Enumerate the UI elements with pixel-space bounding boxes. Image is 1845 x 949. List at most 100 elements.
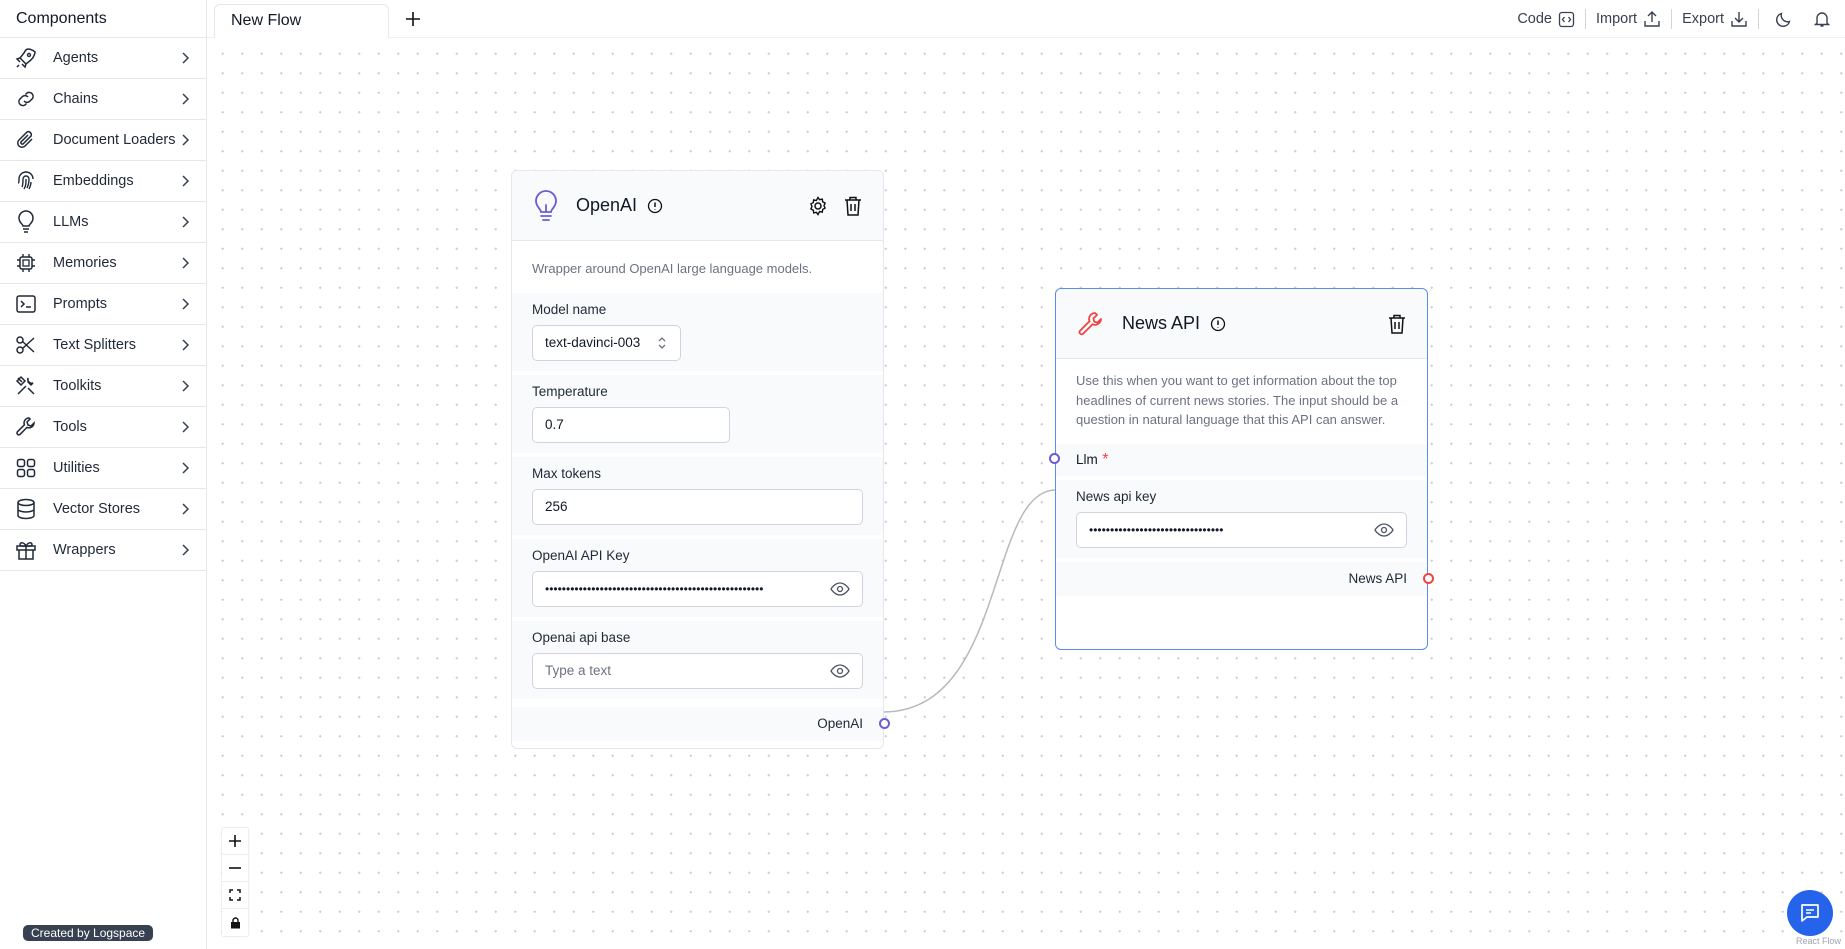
react-flow-attribution[interactable]: React Flow [1796, 936, 1841, 946]
lock-icon [230, 916, 240, 928]
flow-canvas[interactable] [207, 38, 1845, 949]
top-bar: New Flow Code Import Export [207, 0, 1845, 38]
database-icon [14, 497, 38, 521]
moon-icon [1776, 12, 1791, 27]
info-icon[interactable] [1210, 316, 1226, 332]
input-handle-llm[interactable] [1049, 452, 1060, 464]
add-tab-icon[interactable] [402, 8, 424, 30]
zoom-in-button[interactable] [222, 828, 248, 855]
notifications-button[interactable] [1803, 10, 1845, 28]
chevron-right-icon [182, 93, 190, 105]
sidebar-item-label: Wrappers [53, 542, 116, 558]
openai-node-header: OpenAI [512, 171, 883, 241]
model-name-select[interactable]: text-davinci-003 [532, 324, 681, 361]
sidebar-item-utilities[interactable]: Utilities [0, 448, 206, 489]
zoom-out-button[interactable] [222, 855, 248, 882]
sidebar-title: Components [0, 0, 206, 38]
max-tokens-input[interactable]: 256 [532, 488, 863, 525]
chat-button[interactable] [1787, 890, 1833, 936]
field-label: Openai api base [532, 629, 631, 645]
openai-node[interactable]: OpenAI Wrapper around OpenAI large langu… [511, 170, 890, 749]
lock-button[interactable] [222, 909, 248, 936]
chevron-right-icon [182, 380, 190, 392]
field-label: Model name [532, 301, 607, 317]
input-value: 0.7 [545, 417, 564, 432]
paperclip-icon [14, 128, 38, 152]
import-button[interactable]: Import [1586, 10, 1671, 28]
code-button[interactable]: Code [1507, 11, 1585, 28]
code-label: Code [1517, 11, 1552, 27]
sidebar-item-prompts[interactable]: Prompts [0, 284, 206, 325]
input-value: 256 [545, 499, 568, 514]
news-api-key-field: News api key •••••••••••••••••••••••••••… [1056, 479, 1427, 558]
chevron-right-icon [182, 257, 190, 269]
lightbulb-icon [535, 189, 557, 221]
tools-icon [14, 374, 38, 398]
rocket-icon [14, 46, 38, 70]
wrench-icon [1078, 311, 1102, 335]
eye-icon[interactable] [830, 663, 850, 678]
output-label: News API [1348, 571, 1407, 586]
sidebar-item-label: Vector Stores [53, 501, 141, 517]
sidebar-item-memories[interactable]: Memories [0, 243, 206, 284]
sidebar-item-agents[interactable]: Agents [0, 38, 206, 79]
chevron-right-icon [182, 52, 190, 64]
max-tokens-field: Max tokens 256 [512, 456, 883, 535]
node-title: OpenAI [576, 195, 638, 215]
node-title: News API [1122, 313, 1201, 333]
edge-openai-to-news-api[interactable] [882, 489, 1057, 713]
eye-icon[interactable] [830, 581, 850, 596]
sidebar-item-label: Utilities [53, 460, 100, 476]
export-label: Export [1682, 11, 1724, 27]
tab-new-flow[interactable]: New Flow [214, 4, 389, 38]
trash-icon[interactable] [1387, 313, 1407, 335]
temperature-input[interactable]: 0.7 [532, 406, 730, 443]
sidebar-item-label: LLMs [53, 214, 89, 230]
required-mark: * [1102, 450, 1109, 468]
news-api-node-header: News API [1056, 289, 1427, 359]
output-handle[interactable] [879, 717, 890, 729]
fit-view-button[interactable] [222, 882, 248, 909]
link-icon [14, 87, 38, 111]
field-label: News api key [1076, 488, 1157, 504]
sidebar-item-document-loaders[interactable]: Document Loaders [0, 120, 206, 161]
eye-icon[interactable] [1374, 522, 1394, 537]
gear-icon[interactable] [807, 195, 829, 217]
chat-icon [1801, 904, 1819, 922]
dark-mode-toggle[interactable] [1759, 10, 1803, 28]
news-api-node[interactable]: News API Use this when you want to get i… [1049, 288, 1434, 650]
code-icon [1558, 11, 1575, 27]
edge-layer [882, 489, 1057, 713]
field-label: Temperature [532, 383, 608, 399]
sidebar-item-label: Memories [53, 255, 117, 271]
zoom-controls [222, 828, 248, 936]
minus-icon [229, 867, 241, 869]
openai-api-key-input[interactable]: ••••••••••••••••••••••••••••••••••••••••… [532, 570, 863, 607]
output-label: OpenAI [817, 716, 863, 731]
openai-api-base-input[interactable]: Type a text [532, 652, 863, 689]
sidebar-item-text-splitters[interactable]: Text Splitters [0, 325, 206, 366]
openai-api-key-field: OpenAI API Key •••••••••••••••••••••••••… [512, 538, 883, 617]
chevron-right-icon [182, 339, 190, 351]
select-value: text-davinci-003 [545, 335, 641, 350]
sidebar-item-vector-stores[interactable]: Vector Stores [0, 489, 206, 530]
sidebar-item-wrappers[interactable]: Wrappers [0, 530, 206, 571]
export-button[interactable]: Export [1672, 10, 1758, 28]
info-icon[interactable] [647, 198, 663, 214]
chevron-right-icon [182, 216, 190, 228]
chevron-right-icon [182, 298, 190, 310]
chevron-right-icon [182, 175, 190, 187]
sidebar-item-tools[interactable]: Tools [0, 407, 206, 448]
model-name-field: Model name text-davinci-003 [512, 292, 883, 371]
wrench-icon [14, 415, 38, 439]
output-handle[interactable] [1423, 572, 1434, 584]
sidebar-item-toolkits[interactable]: Toolkits [0, 366, 206, 407]
trash-icon[interactable] [843, 195, 863, 217]
node-description: Wrapper around OpenAI large language mod… [532, 261, 813, 276]
temperature-field: Temperature 0.7 [512, 374, 883, 453]
sidebar-item-embeddings[interactable]: Embeddings [0, 161, 206, 202]
sidebar-item-llms[interactable]: LLMs [0, 202, 206, 243]
sidebar-item-chains[interactable]: Chains [0, 79, 206, 120]
news-api-key-input[interactable]: •••••••••••••••••••••••••••••••• [1076, 511, 1407, 548]
created-by-badge[interactable]: Created by Logspace [23, 925, 154, 941]
